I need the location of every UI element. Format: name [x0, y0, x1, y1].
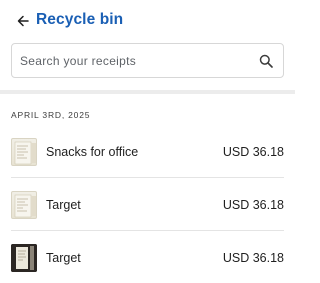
receipt-name: Snacks for office: [46, 144, 139, 159]
receipt-name: Target: [46, 197, 81, 212]
search-input[interactable]: [12, 44, 247, 77]
receipt-image-icon: [11, 243, 37, 272]
arrow-left-icon: [17, 15, 29, 27]
receipt-thumbnail: [11, 243, 37, 272]
receipt-row[interactable]: Target USD 36.18: [0, 231, 295, 283]
receipt-thumbnail: [11, 190, 37, 219]
app-header: Recycle bin: [0, 0, 295, 40]
receipt-thumbnail: [11, 137, 37, 166]
receipt-amount: USD 36.18: [222, 144, 284, 159]
receipt-amount: USD 36.18: [222, 250, 284, 265]
date-section-header: April 3rd, 2025: [11, 110, 91, 120]
receipt-amount: USD 36.18: [222, 197, 284, 212]
receipt-row[interactable]: Snacks for office USD 36.18: [0, 125, 295, 178]
page-title: Recycle bin: [36, 11, 124, 28]
receipt-image-icon: [14, 141, 36, 164]
receipt-list: Snacks for office USD 36.18 Target USD 3…: [0, 125, 295, 283]
receipt-row[interactable]: Target USD 36.18: [0, 178, 295, 231]
receipt-name: Target: [46, 250, 81, 265]
section-divider: [0, 90, 295, 94]
recycle-bin-screen: Recycle bin April 3rd, 2025 Snacks for o…: [0, 0, 295, 283]
back-button[interactable]: [14, 12, 32, 30]
receipt-image-icon: [14, 194, 36, 217]
search-icon[interactable]: [259, 54, 273, 68]
search-box: [11, 43, 284, 78]
